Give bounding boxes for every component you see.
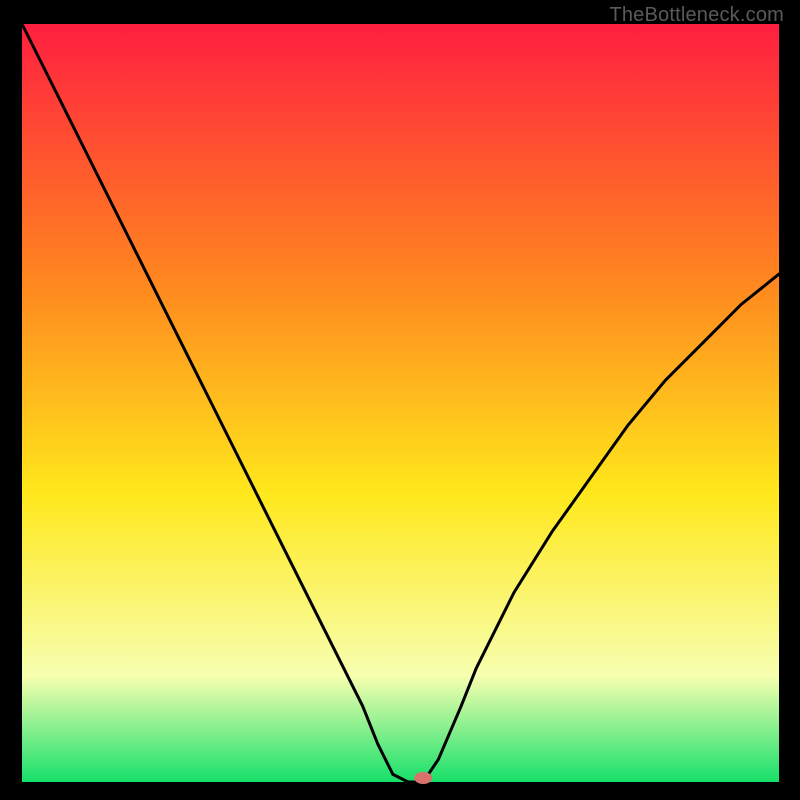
- optimal-point-marker: [414, 772, 432, 784]
- chart-container: TheBottleneck.com: [0, 0, 800, 800]
- watermark-text: TheBottleneck.com: [609, 4, 784, 27]
- plot-background: [22, 24, 779, 782]
- bottleneck-chart: [0, 0, 800, 800]
